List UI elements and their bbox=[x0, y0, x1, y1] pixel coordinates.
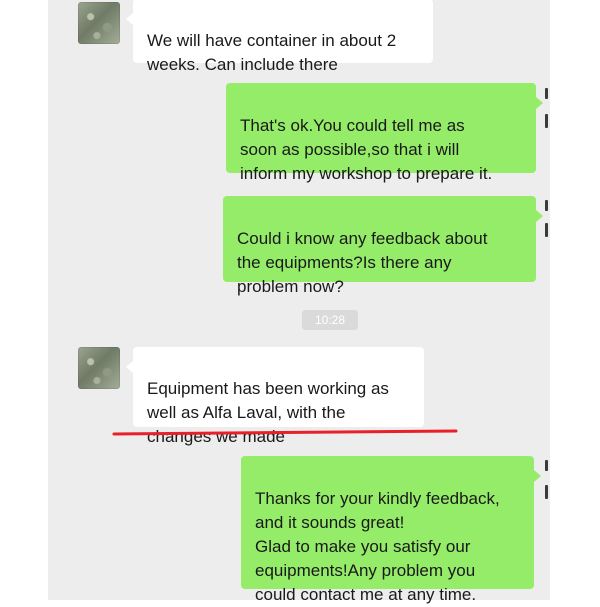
message-text: That's ok.You could tell me as soon as p… bbox=[240, 116, 493, 183]
contact-avatar[interactable] bbox=[78, 2, 120, 44]
contact-avatar[interactable] bbox=[78, 347, 120, 389]
edge-marker bbox=[545, 114, 548, 128]
red-underline-annotation bbox=[112, 429, 458, 436]
edge-marker bbox=[545, 88, 548, 99]
edge-marker bbox=[545, 485, 548, 499]
edge-marker bbox=[545, 200, 548, 211]
message-timestamp: 10:28 bbox=[302, 310, 358, 330]
outgoing-message-bubble[interactable]: That's ok.You could tell me as soon as p… bbox=[226, 83, 543, 183]
incoming-message-bubble[interactable]: Equipment has been working as well as Al… bbox=[126, 347, 424, 446]
edge-marker bbox=[545, 460, 548, 471]
outgoing-message-bubble[interactable]: Could i know any feedback about the equi… bbox=[223, 196, 543, 296]
incoming-message-bubble[interactable]: We will have container in about 2 weeks.… bbox=[126, 0, 433, 74]
outgoing-message-bubble[interactable]: Thanks for your kindly feedback, and it … bbox=[241, 456, 541, 604]
edge-marker bbox=[545, 223, 548, 237]
message-text: Thanks for your kindly feedback, and it … bbox=[255, 489, 500, 604]
